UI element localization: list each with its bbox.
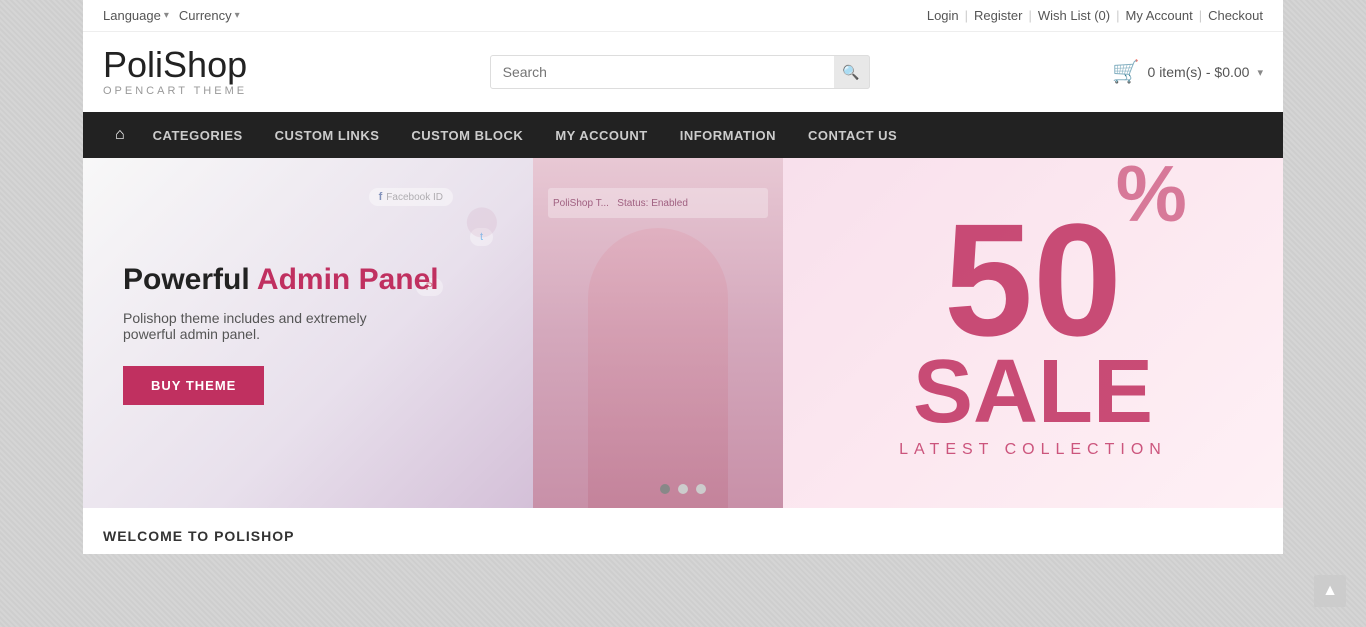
currency-label: Currency [179,8,232,23]
sale-collection: LATEST COLLECTION [899,441,1167,459]
slide-title-accent: Admin Panel [257,263,439,296]
nav-item-custom-block[interactable]: CUSTOM BLOCK [395,114,539,157]
sale-word: SALE [913,352,1153,433]
slider-dot-3[interactable] [696,484,706,494]
cart-icon: 🛒 [1112,59,1139,85]
cart-chevron-icon: ▾ [1257,66,1263,79]
nav-item-contact-us[interactable]: CONTACT US [792,114,913,157]
slide-middle-content: PoliShop T... Status: Enabled [533,158,783,508]
checkout-link[interactable]: Checkout [1208,8,1263,23]
language-chevron-icon: ▾ [164,10,169,21]
slider-dots [660,484,706,494]
slide-title-black: Powerful [123,263,257,296]
slide-subtitle: Polishop theme includes and extremely po… [123,310,423,342]
language-label: Language [103,8,161,23]
slide-middle: PoliShop T... Status: Enabled [533,158,783,508]
nav-item-information[interactable]: INFORMATION [664,114,792,157]
logo-block[interactable]: PoliShop OPENCART THEME [103,47,247,97]
sale-content: % 50 SALE LATEST COLLECTION [899,208,1167,459]
home-icon: ⌂ [115,126,125,144]
chevron-up-icon: ▲ [1322,582,1338,600]
slide-title: Powerful Admin Panel [123,262,493,298]
navbar: ⌂ CATEGORIES CUSTOM LINKS CUSTOM BLOCK M… [83,112,1283,158]
hero-slider: f Facebook ID t P ● Powerful Admin Panel… [83,158,1283,508]
twitter-chip: t [470,228,493,246]
myaccount-link[interactable]: My Account [1125,8,1192,23]
register-link[interactable]: Register [974,8,1022,23]
slide-right: % 50 SALE LATEST COLLECTION [783,158,1283,508]
slide-left: f Facebook ID t P ● Powerful Admin Panel… [83,158,533,508]
slider-dot-1[interactable] [660,484,670,494]
logo-bold: PoliShop [103,44,247,85]
welcome-title: WELCOME TO POLISHOP [103,528,1263,544]
sep1: | [965,8,968,23]
nav-item-custom-links[interactable]: CUSTOM LINKS [259,114,396,157]
search-bar: 🔍 [490,55,870,89]
currency-chevron-icon: ▾ [235,10,240,21]
facebook-chip: f Facebook ID [369,188,453,206]
middle-deco: PoliShop T... Status: Enabled [543,178,773,488]
slider-dot-2[interactable] [678,484,688,494]
logo-subtitle: OPENCART THEME [103,85,247,97]
sep2: | [1028,8,1031,23]
search-icon: 🔍 [842,64,859,81]
nav-item-categories[interactable]: CATEGORIES [137,114,259,157]
nav-home-icon[interactable]: ⌂ [103,112,137,158]
language-dropdown[interactable]: Language ▾ [103,8,169,23]
top-bar: Language ▾ Currency ▾ Login | Register |… [83,0,1283,32]
page-wrapper: Language ▾ Currency ▾ Login | Register |… [83,0,1283,554]
top-bar-right: Login | Register | Wish List (0) | My Ac… [927,8,1263,23]
cart-block[interactable]: 🛒 0 item(s) - $0.00 ▾ [1112,59,1263,85]
logo: PoliShop [103,47,247,83]
deco-circle: ● [461,178,503,258]
cart-label: 0 item(s) - $0.00 [1148,64,1250,80]
buy-theme-button[interactable]: BUY THEME [123,366,264,405]
hero-inner: f Facebook ID t P ● Powerful Admin Panel… [83,158,1283,508]
welcome-section: WELCOME TO POLISHOP [83,508,1283,554]
sep3: | [1116,8,1119,23]
currency-dropdown[interactable]: Currency ▾ [179,8,240,23]
sale-percent: % [1116,158,1187,240]
search-button[interactable]: 🔍 [834,55,870,89]
scroll-to-top-button[interactable]: ▲ [1314,575,1346,607]
sale-number: 50 [944,208,1122,352]
top-bar-left: Language ▾ Currency ▾ [103,8,240,23]
search-input[interactable] [490,55,870,89]
login-link[interactable]: Login [927,8,959,23]
nav-item-my-account[interactable]: MY ACCOUNT [539,114,663,157]
header: PoliShop OPENCART THEME 🔍 🛒 0 item(s) - … [83,32,1283,112]
sep4: | [1199,8,1202,23]
wishlist-link[interactable]: Wish List (0) [1038,8,1110,23]
